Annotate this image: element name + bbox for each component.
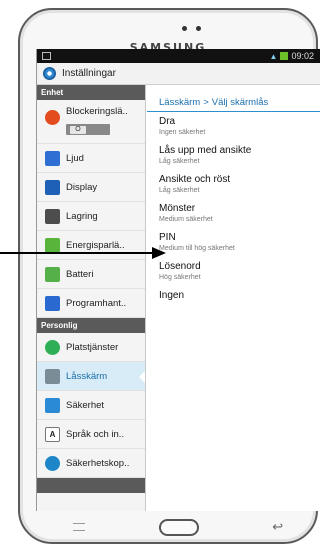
sidebar-item-label: Batteri: [66, 268, 94, 280]
section-header-device: Enhet: [37, 85, 145, 100]
sensor-dot-icon: [196, 26, 201, 31]
option-title: Ingen: [159, 290, 185, 301]
option-face-voice[interactable]: Ansikte och röst Låg säkerhet: [147, 170, 320, 199]
toggle-knob: O: [70, 125, 86, 134]
backup-icon: [45, 455, 60, 471]
option-subtitle: Hög säkerhet: [159, 274, 201, 281]
option-subtitle: Medium till hög säkerhet: [159, 245, 235, 252]
sidebar-item-label: Blockeringslä..: [66, 106, 128, 117]
status-bar: ▲ 09:02: [37, 49, 320, 63]
section-header-next: [37, 478, 145, 493]
screen: ▲ 09:02 Inställningar Enhet Blockeringsl…: [36, 49, 320, 511]
sidebar-item-battery[interactable]: Batteri: [37, 260, 145, 289]
sidebar-item-label: Låsskärm: [66, 370, 108, 382]
sidebar-item-security[interactable]: Säkerhet: [37, 391, 145, 420]
settings-gear-icon[interactable]: [43, 67, 56, 80]
sidebar-item-app-manager[interactable]: Programhant..: [37, 289, 145, 318]
sidebar-item-blocking-mode[interactable]: Blockeringslä.. O: [37, 100, 145, 144]
block-icon: [45, 110, 60, 125]
location-icon: [45, 339, 60, 355]
option-none[interactable]: Ingen: [147, 286, 320, 315]
sidebar-item-sound[interactable]: Ljud: [37, 144, 145, 173]
storage-icon: [45, 208, 60, 224]
battery-status-icon: [280, 52, 289, 60]
option-title: Ansikte och röst: [159, 174, 231, 185]
option-swipe[interactable]: Dra Ingen säkerhet: [147, 112, 320, 141]
option-subtitle: Ingen säkerhet: [159, 129, 206, 136]
sidebar-item-label: Säkerhetskop..: [66, 457, 130, 469]
notification-icon: [42, 52, 51, 60]
option-subtitle: Medium säkerhet: [159, 216, 213, 223]
section-header-personal: Personlig: [37, 318, 145, 333]
home-button[interactable]: [158, 518, 199, 536]
breadcrumb: Lässkärm > Välj skärmlås: [147, 85, 320, 112]
option-subtitle: Låg säkerhet: [159, 187, 200, 194]
sidebar-item-label: Ljud: [66, 152, 84, 164]
apps-icon: [45, 295, 60, 311]
back-key-icon[interactable]: ↩: [272, 519, 283, 535]
option-title: Dra: [159, 116, 176, 127]
security-icon: [45, 397, 60, 413]
blocking-mode-toggle[interactable]: O: [66, 124, 110, 135]
pointer-arrow-icon: [0, 247, 166, 259]
breadcrumb-separator: >: [203, 97, 209, 108]
option-pattern[interactable]: Mönster Medium säkerhet: [147, 199, 320, 228]
sidebar-item-label: Säkerhet: [66, 399, 105, 411]
settings-sidebar: Enhet Blockeringslä.. O Ljud Display Lag…: [37, 85, 146, 511]
sidebar-item-language[interactable]: A Språk och in..: [37, 420, 145, 449]
sidebar-item-display[interactable]: Display: [37, 173, 145, 202]
sidebar-item-label: Språk och in..: [66, 428, 125, 440]
speaker-icon: [45, 150, 60, 166]
sidebar-item-label: Programhant..: [66, 297, 127, 309]
language-icon: A: [45, 426, 60, 442]
sidebar-item-label: Display: [66, 181, 98, 193]
hardware-nav-bar: ↩: [36, 512, 320, 542]
option-title: Mönster: [159, 203, 196, 214]
option-title: PIN: [159, 232, 176, 243]
display-icon: [45, 179, 60, 195]
option-password[interactable]: Lösenord Hög säkerhet: [147, 257, 320, 286]
lock-screen-icon: [45, 368, 60, 384]
clock: 09:02: [291, 51, 314, 61]
camera-dot-icon: [182, 26, 187, 31]
menu-key-icon[interactable]: [72, 523, 85, 531]
lock-screen-panel: Lässkärm > Välj skärmlås Dra Ingen säker…: [147, 85, 320, 511]
sidebar-item-label: Lagring: [66, 210, 98, 222]
sidebar-item-storage[interactable]: Lagring: [37, 202, 145, 231]
wifi-icon: ▲: [269, 51, 278, 61]
option-face-unlock[interactable]: Lås upp med ansikte Låg säkerhet: [147, 141, 320, 170]
option-pin[interactable]: PIN Medium till hög säkerhet: [147, 228, 320, 257]
option-subtitle: Låg säkerhet: [159, 158, 200, 165]
sidebar-item-backup[interactable]: Säkerhetskop..: [37, 449, 145, 478]
breadcrumb-current: Välj skärmlås: [211, 97, 269, 108]
app-title: Inställningar: [62, 68, 116, 79]
option-title: Lösenord: [159, 261, 201, 272]
breadcrumb-parent[interactable]: Lässkärm: [159, 97, 200, 108]
action-bar: Inställningar: [37, 63, 320, 85]
sidebar-item-location[interactable]: Platstjänster: [37, 333, 145, 362]
sidebar-item-lock-screen[interactable]: Låsskärm: [37, 362, 145, 391]
option-title: Lås upp med ansikte: [159, 145, 252, 156]
battery-icon: [45, 266, 60, 282]
sidebar-item-label: Platstjänster: [66, 341, 119, 353]
